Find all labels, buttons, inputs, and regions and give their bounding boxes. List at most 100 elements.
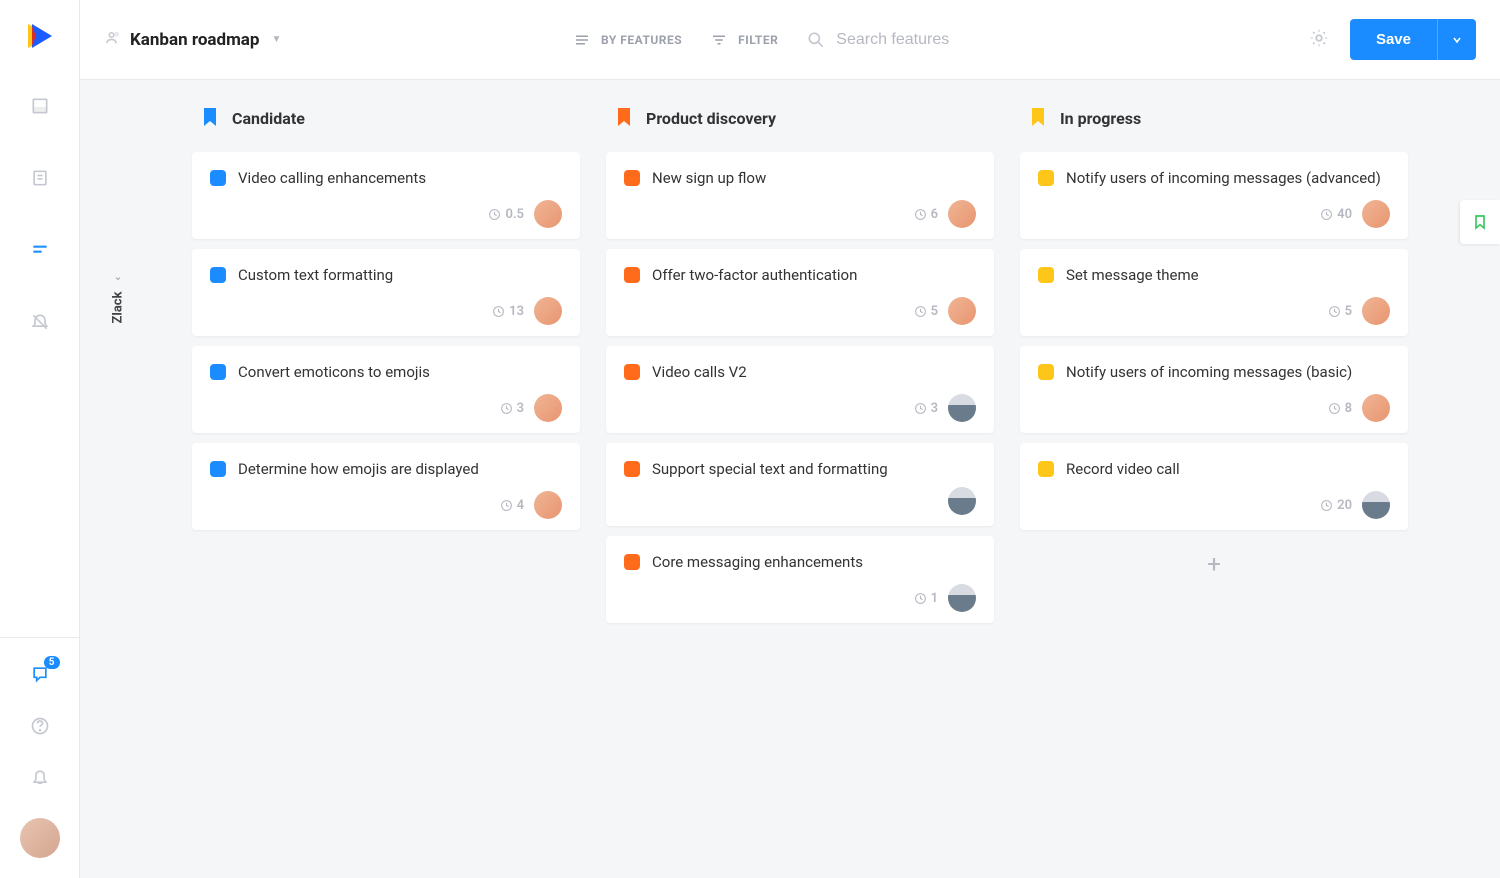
estimate-value: 5	[931, 304, 938, 319]
bookmark-icon	[616, 108, 632, 128]
assignee-avatar[interactable]	[1362, 200, 1390, 228]
right-panel-toggle[interactable]	[1460, 200, 1500, 244]
estimate-value: 20	[1337, 498, 1352, 513]
estimate: 6	[914, 207, 938, 222]
nav-docs-icon[interactable]	[28, 166, 52, 190]
nav-roadmap-icon[interactable]	[28, 238, 52, 262]
card-color-tag	[1038, 461, 1054, 477]
inbox-badge: 5	[44, 656, 60, 669]
card-color-tag	[624, 461, 640, 477]
assignee-avatar[interactable]	[1362, 297, 1390, 325]
kanban-card[interactable]: Video calling enhancements0.5	[192, 152, 580, 239]
kanban-card[interactable]: Notify users of incoming messages (advan…	[1020, 152, 1408, 239]
assignee-avatar[interactable]	[948, 394, 976, 422]
estimate: 13	[492, 304, 524, 319]
assignee-avatar[interactable]	[534, 394, 562, 422]
assignee-avatar[interactable]	[534, 297, 562, 325]
estimate: 0.5	[488, 207, 524, 222]
nav-alerts-icon[interactable]	[28, 766, 52, 790]
project-name: Zlack	[110, 291, 125, 323]
estimate: 4	[500, 498, 524, 513]
kanban-card[interactable]: Set message theme5	[1020, 249, 1408, 336]
card-color-tag	[210, 364, 226, 380]
save-dropdown-button[interactable]	[1437, 19, 1476, 60]
kanban-card[interactable]: Determine how emojis are displayed 4	[192, 443, 580, 530]
kanban-card[interactable]: Custom text formatting13	[192, 249, 580, 336]
column-title: Product discovery	[646, 109, 776, 128]
filter-button[interactable]: FILTER	[710, 31, 778, 49]
estimate-value: 3	[517, 401, 524, 416]
breadcrumb[interactable]: Kanban roadmap ▼	[104, 29, 281, 51]
nav-inbox-icon[interactable]: 5	[28, 662, 52, 686]
save-button[interactable]: Save	[1350, 19, 1437, 60]
card-title: Set message theme	[1066, 265, 1199, 286]
kanban-card[interactable]: Core messaging enhancements1	[606, 536, 994, 623]
card-title: Determine how emojis are displayed	[238, 459, 479, 480]
kanban-card[interactable]: Support special text and formatting	[606, 443, 994, 526]
kanban-card[interactable]: Record video call20	[1020, 443, 1408, 530]
board-area: ⌄ Zlack Candidate Video calling enhanceme…	[80, 80, 1500, 878]
column-header[interactable]: Candidate	[192, 108, 580, 128]
topbar: Kanban roadmap ▼ BY FEATURES FILTER	[80, 0, 1500, 80]
clock-icon	[1320, 208, 1333, 221]
group-by-button[interactable]: BY FEATURES	[573, 31, 682, 49]
estimate-value: 1	[931, 591, 938, 606]
bookmark-icon	[1030, 108, 1046, 128]
search-input[interactable]	[836, 31, 1016, 49]
nav-help-icon[interactable]	[28, 714, 52, 738]
page-title: Kanban roadmap	[130, 30, 259, 50]
nav-notifications-off-icon[interactable]	[28, 310, 52, 334]
assignee-avatar[interactable]	[948, 297, 976, 325]
clock-icon	[914, 592, 927, 605]
kanban-column: In progress Notify users of incoming mess…	[1020, 108, 1408, 850]
assignee-avatar[interactable]	[534, 200, 562, 228]
clock-icon	[1320, 499, 1333, 512]
kanban-card[interactable]: Video calls V2 3	[606, 346, 994, 433]
nav-dashboard-icon[interactable]	[28, 94, 52, 118]
estimate-value: 3	[931, 401, 938, 416]
assignee-avatar[interactable]	[1362, 394, 1390, 422]
card-color-tag	[210, 461, 226, 477]
chevron-down-icon: ⌄	[113, 270, 122, 283]
card-title: New sign up flow	[652, 168, 766, 189]
card-title: Offer two-factor authentication	[652, 265, 857, 286]
assignee-avatar[interactable]	[534, 491, 562, 519]
card-title: Support special text and formatting	[652, 459, 888, 480]
assignee-avatar[interactable]	[948, 584, 976, 612]
card-title: Video calls V2	[652, 362, 747, 383]
estimate: 1	[914, 591, 938, 606]
assignee-avatar[interactable]	[948, 487, 976, 515]
project-strip[interactable]: ⌄ Zlack	[80, 80, 156, 878]
search-icon	[806, 30, 826, 50]
kanban-card[interactable]: Offer two-factor authentication 5	[606, 249, 994, 336]
estimate: 8	[1328, 401, 1352, 416]
chevron-down-icon: ▼	[271, 34, 281, 45]
card-title: Convert emoticons to emojis	[238, 362, 430, 383]
user-avatar[interactable]	[20, 818, 60, 858]
column-title: In progress	[1060, 109, 1141, 128]
card-color-tag	[1038, 170, 1054, 186]
kanban-card[interactable]: Convert emoticons to emojis 3	[192, 346, 580, 433]
app-logo[interactable]	[22, 18, 58, 54]
search[interactable]	[806, 30, 1016, 50]
card-color-tag	[624, 554, 640, 570]
bookmark-icon	[202, 108, 218, 128]
clock-icon	[1328, 305, 1341, 318]
settings-button[interactable]	[1308, 27, 1330, 53]
clock-icon	[1328, 402, 1341, 415]
assignee-avatar[interactable]	[1362, 491, 1390, 519]
estimate-value: 40	[1337, 207, 1352, 222]
card-color-tag	[210, 267, 226, 283]
kanban-card[interactable]: Notify users of incoming messages (basic…	[1020, 346, 1408, 433]
add-card-button[interactable]: +	[1020, 540, 1408, 588]
kanban-column: Candidate Video calling enhancements0.5 Cu…	[192, 108, 580, 850]
kanban-card[interactable]: New sign up flow 6	[606, 152, 994, 239]
column-header[interactable]: Product discovery	[606, 108, 994, 128]
estimate: 5	[914, 304, 938, 319]
filter-label: FILTER	[738, 33, 778, 47]
estimate: 3	[914, 401, 938, 416]
estimate: 20	[1320, 498, 1352, 513]
column-header[interactable]: In progress	[1020, 108, 1408, 128]
clock-icon	[500, 499, 513, 512]
assignee-avatar[interactable]	[948, 200, 976, 228]
